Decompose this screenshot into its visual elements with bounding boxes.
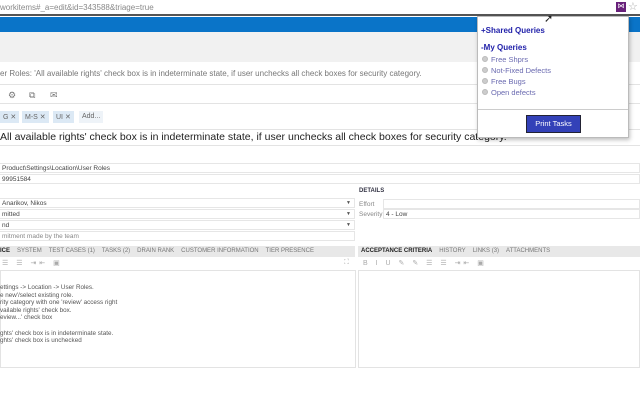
tag[interactable]: M-S ✕	[22, 111, 49, 123]
tab[interactable]: CUSTOMER INFORMATION	[181, 248, 258, 254]
tag[interactable]: UI ✕	[53, 111, 74, 123]
chevron-down-icon: ▼	[346, 200, 351, 206]
shared-queries-toggle[interactable]: +Shared Queries	[481, 26, 545, 35]
tab[interactable]: ATTACHMENTS	[506, 248, 550, 254]
email-icon[interactable]: ✉	[50, 90, 58, 101]
workitem-header-title: er Roles: 'All available rights' check b…	[0, 69, 422, 78]
tab[interactable]: TASKS (2)	[102, 248, 130, 254]
commitment-field[interactable]: mitment made by the team	[0, 231, 355, 241]
tab[interactable]: LINKS (3)	[473, 248, 499, 254]
mouse-cursor-icon: ➚	[544, 13, 554, 25]
radio-icon	[482, 89, 488, 95]
bookmark-star-icon[interactable]: ☆	[628, 0, 638, 13]
tab[interactable]: DRAIN RANK	[137, 248, 174, 254]
query-radio[interactable]: Free Bugs	[482, 77, 526, 86]
my-queries-toggle[interactable]: -My Queries	[481, 43, 527, 52]
url-text: workitems#_a=edit&id=343588&triage=true	[0, 3, 154, 12]
tab[interactable]: SYSTEM	[17, 248, 42, 254]
extension-icon[interactable]: ⋈	[616, 2, 626, 12]
left-format-toolbar[interactable]: ☰ ☰ ⇥⇤ ▣	[2, 259, 63, 267]
tab[interactable]: TEST CASES (1)	[49, 248, 95, 254]
left-tab-bar: ICE SYSTEM TEST CASES (1) TASKS (2) DRAIN RA…	[0, 246, 355, 257]
chevron-down-icon: ▼	[346, 222, 351, 228]
queries-popup: +Shared Queries -My Queries Free Shprs N…	[477, 16, 629, 138]
print-tasks-button[interactable]: Print Tasks	[526, 115, 581, 133]
acceptance-criteria-editor[interactable]	[358, 270, 640, 368]
chevron-down-icon: ▼	[346, 211, 351, 217]
severity-label: Severity	[359, 211, 383, 218]
query-radio[interactable]: Free Shprs	[482, 55, 528, 64]
divider	[478, 109, 628, 110]
radio-icon	[482, 78, 488, 84]
reason-dropdown[interactable]: nd ▼	[0, 220, 355, 230]
title-field[interactable]: All available rights' check box is in in…	[0, 131, 507, 143]
add-tag-button[interactable]: Add...	[79, 111, 104, 123]
query-radio[interactable]: Open defects	[482, 88, 536, 97]
copy-icon[interactable]: ⧉	[29, 90, 35, 101]
follow-icon[interactable]: ⚙	[8, 90, 16, 101]
tag[interactable]: G ✕	[0, 111, 20, 123]
query-radio[interactable]: Not-Fixed Defects	[482, 66, 551, 75]
maximize-icon[interactable]: ⛶	[344, 259, 352, 267]
severity-field[interactable]: 4 - Low	[383, 209, 640, 219]
radio-icon	[482, 56, 488, 62]
tab[interactable]: ACCEPTANCE CRITERIA	[361, 248, 432, 254]
description-text: ettings -> Location -> User Roles. e new'…	[0, 284, 118, 345]
area-path-field[interactable]: Product\Settings\Location\User Roles	[0, 163, 640, 173]
right-tab-bar: ACCEPTANCE CRITERIA HISTORY LINKS (3) ATTAC…	[358, 246, 640, 257]
right-format-toolbar[interactable]: B I U ✎ ✎ ☰ ☰ ⇥⇤ ▣	[363, 259, 487, 267]
radio-icon	[482, 67, 488, 73]
effort-label: Effort	[359, 201, 375, 208]
assigned-to-dropdown[interactable]: Anarikov, Nikos ▼	[0, 198, 355, 208]
details-heading: DETAILS	[359, 188, 385, 194]
effort-input[interactable]	[383, 199, 640, 209]
tab[interactable]: TIER PRESENCE	[266, 248, 314, 254]
state-dropdown[interactable]: mitted ▼	[0, 209, 355, 219]
tab[interactable]: HISTORY	[439, 248, 465, 254]
tab[interactable]: ICE	[0, 248, 10, 254]
iteration-field[interactable]: 99951584	[0, 174, 640, 184]
